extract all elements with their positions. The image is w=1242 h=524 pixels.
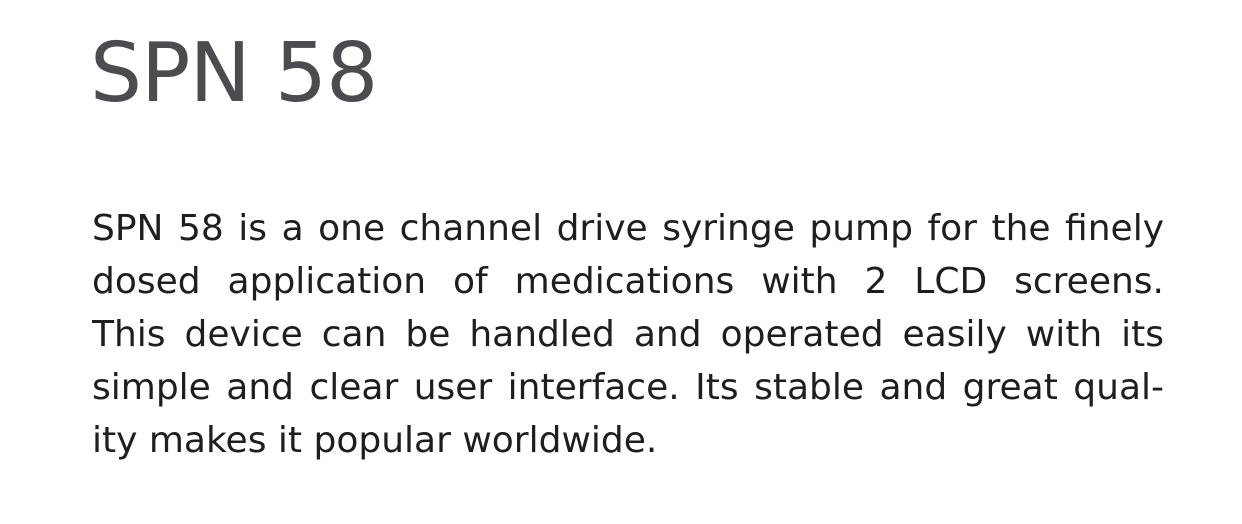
description-line-4: simple and clear user interface. Its sta… [92, 367, 1164, 408]
description-line-2: dosed application of medications with 2 … [92, 261, 1164, 302]
description-line-3: This device can be handled and operated … [92, 314, 1164, 355]
description-paragraph: SPN 58 is a one channel drive syringe pu… [92, 202, 1164, 467]
description-line-1: SPN 58 is a one channel drive syringe pu… [92, 208, 1164, 249]
page-title: SPN 58 [90, 26, 378, 121]
document-page: SPN 58 SPN 58 is a one channel drive syr… [0, 0, 1242, 524]
description-line-5: ity makes it popular worldwide. [92, 420, 658, 461]
